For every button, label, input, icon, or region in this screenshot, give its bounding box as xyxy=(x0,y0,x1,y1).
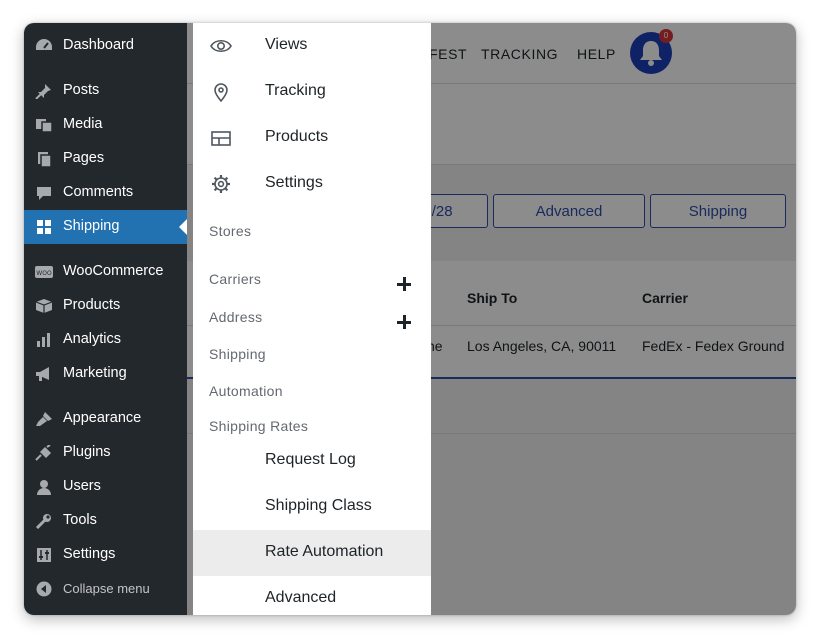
flyout-item-views[interactable]: Views xyxy=(193,23,431,69)
sidebar-item-comments[interactable]: Comments xyxy=(24,176,187,210)
flyout-item-label: Tracking xyxy=(265,82,326,99)
plug-icon xyxy=(35,445,51,461)
section-stores[interactable]: Stores xyxy=(209,223,251,239)
flyout-item-label: Products xyxy=(265,128,329,145)
sidebar-item-media[interactable]: Media xyxy=(24,108,187,142)
expand-carriers-plus-icon[interactable] xyxy=(397,277,411,291)
section-address[interactable]: Address xyxy=(209,309,262,325)
flyout-subitem-request-log[interactable]: Request Log xyxy=(193,438,431,484)
expand-address-plus-icon[interactable] xyxy=(397,315,411,329)
dashboard-icon xyxy=(36,39,52,50)
section-shipping[interactable]: Shipping xyxy=(209,346,266,362)
sidebar-item-label: WooCommerce xyxy=(63,263,164,279)
admin-sidebar: Dashboard Posts Media Pages Comments Shi… xyxy=(24,23,187,615)
sidebar-item-label: Appearance xyxy=(63,410,142,426)
flyout-subitem-label: Advanced xyxy=(265,589,337,606)
flyout-item-settings[interactable]: Settings xyxy=(193,161,431,207)
box-icon xyxy=(35,299,53,313)
sliders-icon xyxy=(37,548,51,562)
sidebar-item-settings[interactable]: Settings xyxy=(24,538,187,572)
pin-icon xyxy=(35,84,51,99)
sidebar-item-products[interactable]: Products xyxy=(24,289,187,323)
app-window: Dashboard Posts Media Pages Comments Shi… xyxy=(24,23,796,615)
collapse-menu-label: Collapse menu xyxy=(63,581,150,596)
sidebar-item-marketing[interactable]: Marketing xyxy=(24,357,187,391)
section-automation[interactable]: Automation xyxy=(209,383,283,399)
media-icon xyxy=(36,119,53,133)
sidebar-item-label: Marketing xyxy=(63,365,127,381)
flyout-subitem-rate-automation[interactable]: Rate Automation xyxy=(193,530,431,576)
sidebar-item-label: Shipping xyxy=(63,218,120,234)
sidebar-item-label: Pages xyxy=(63,150,105,166)
sidebar-item-label: Products xyxy=(63,297,121,313)
sidebar-item-label: Media xyxy=(63,116,103,132)
collapse-menu-button[interactable]: Collapse menu xyxy=(24,572,187,606)
location-pin-icon xyxy=(214,83,228,102)
sidebar-item-posts[interactable]: Posts xyxy=(24,74,187,108)
flyout-subitem-label: Request Log xyxy=(265,451,356,468)
sidebar-item-label: Tools xyxy=(63,512,97,528)
sidebar-item-label: Comments xyxy=(63,184,134,200)
svg-text:WOO: WOO xyxy=(36,270,52,277)
bar-chart-icon xyxy=(37,333,50,347)
flyout-item-products[interactable]: Products xyxy=(193,115,431,161)
section-shipping-rates[interactable]: Shipping Rates xyxy=(209,418,308,434)
pages-icon xyxy=(38,152,52,167)
sidebar-item-label: Posts xyxy=(63,82,100,98)
sidebar-item-label: Dashboard xyxy=(63,37,134,53)
sidebar-item-pages[interactable]: Pages xyxy=(24,142,187,176)
megaphone-icon xyxy=(36,367,49,381)
grid-icon xyxy=(37,220,51,234)
flyout-subitem-advanced[interactable]: Advanced xyxy=(193,576,431,615)
section-carriers[interactable]: Carriers xyxy=(209,271,261,287)
flyout-item-label: Views xyxy=(265,36,308,53)
flyout-item-tracking[interactable]: Tracking xyxy=(193,69,431,115)
table-layout-icon xyxy=(211,131,231,146)
user-icon xyxy=(37,480,51,495)
sidebar-item-users[interactable]: Users xyxy=(24,470,187,504)
sidebar-item-plugins[interactable]: Plugins xyxy=(24,436,187,470)
flyout-subitem-shipping-class[interactable]: Shipping Class xyxy=(193,484,431,530)
woo-icon: WOO xyxy=(35,266,53,278)
sidebar-item-label: Settings xyxy=(63,546,116,562)
gear-icon xyxy=(212,175,230,193)
comment-icon xyxy=(37,187,51,200)
flyout-subitem-label: Shipping Class xyxy=(265,497,372,514)
sidebar-item-tools[interactable]: Tools xyxy=(24,504,187,538)
sidebar-item-woocommerce[interactable]: WOO WooCommerce xyxy=(24,255,187,289)
flyout-item-label: Settings xyxy=(265,174,323,191)
sidebar-item-label: Analytics xyxy=(63,331,122,347)
sidebar-item-shipping[interactable]: Shipping xyxy=(24,210,187,244)
brush-icon xyxy=(36,412,52,426)
sidebar-item-analytics[interactable]: Analytics xyxy=(24,323,187,357)
sidebar-item-label: Users xyxy=(63,478,101,494)
shipping-flyout-menu: Views Tracking Products Settings Stores … xyxy=(193,23,431,615)
wrench-icon xyxy=(35,514,51,529)
sidebar-item-dashboard[interactable]: Dashboard xyxy=(24,29,187,63)
sidebar-item-appearance[interactable]: Appearance xyxy=(24,402,187,436)
sidebar-item-label: Plugins xyxy=(63,444,111,460)
collapse-arrow-icon xyxy=(36,581,52,597)
flyout-subitem-label: Rate Automation xyxy=(265,543,384,560)
eye-icon xyxy=(210,39,232,53)
